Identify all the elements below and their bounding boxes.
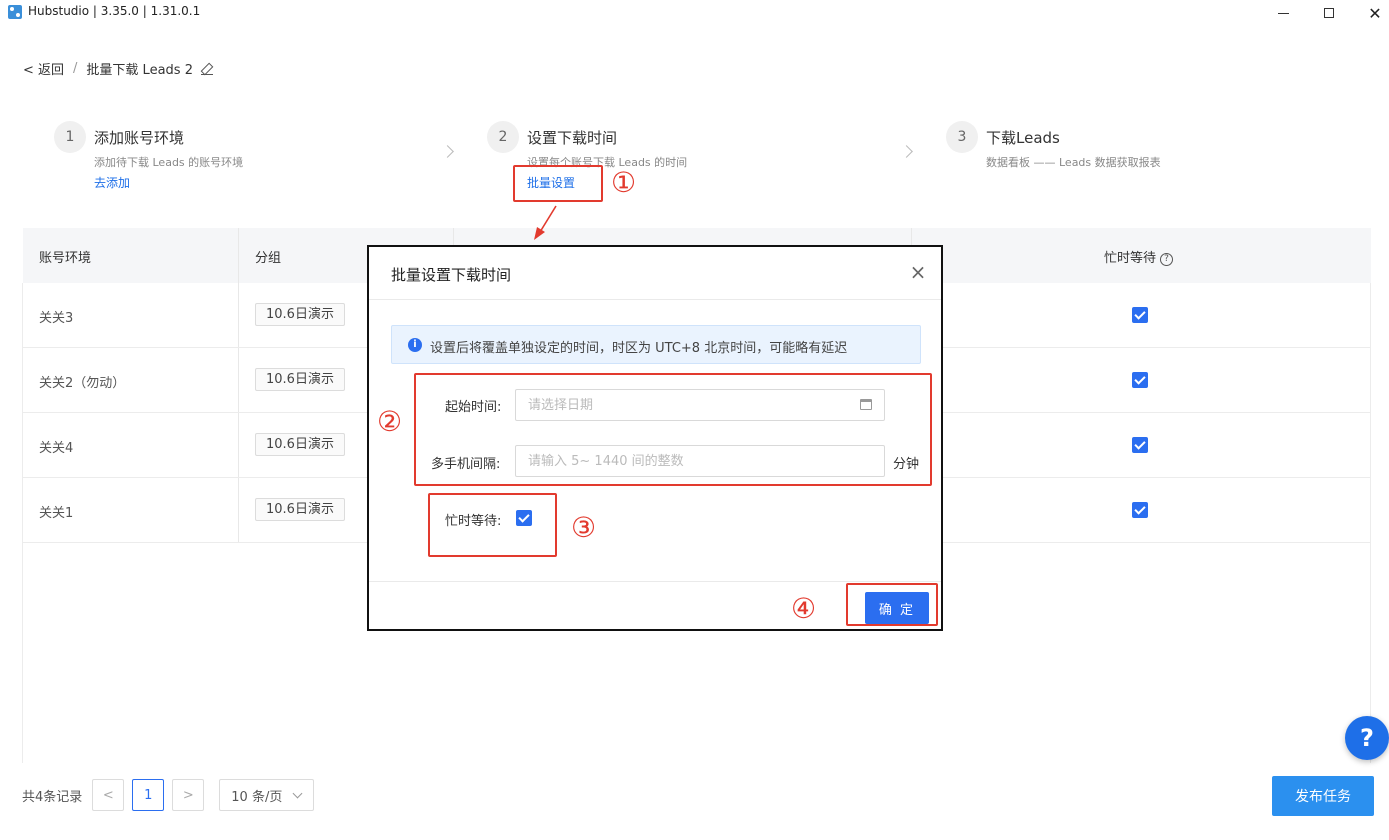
group-tag: 10.6日演示 <box>255 433 345 456</box>
minimize-icon <box>1277 12 1289 14</box>
pagination: 共4条记录 < 1 > 10 条/页 <box>22 779 315 811</box>
title-bar: Hubstudio | 3.35.0 | 1.31.0.1 ✕ <box>0 0 1389 26</box>
header-account: 账号环境 <box>39 251 92 266</box>
account-name: 关关1 <box>39 506 74 521</box>
step-arrow-icon <box>441 145 454 158</box>
busy-wait-checkbox[interactable] <box>1132 437 1148 453</box>
step-number: 2 <box>487 121 519 153</box>
prev-page-button[interactable]: < <box>92 779 125 811</box>
annotation-box-3 <box>428 493 557 557</box>
step-title: 下载Leads <box>986 129 1060 147</box>
step-number: 3 <box>946 121 978 153</box>
publish-task-button[interactable]: 发布任务 <box>1272 776 1374 816</box>
annotation-arrow-icon <box>534 205 557 240</box>
close-window-button[interactable]: ✕ <box>1352 0 1389 26</box>
account-name: 关关3 <box>39 311 74 326</box>
chevron-down-icon <box>292 788 303 799</box>
minimize-button[interactable] <box>1260 0 1306 26</box>
annotation-box-4 <box>846 583 938 626</box>
busy-wait-checkbox[interactable] <box>1132 372 1148 388</box>
step-number: 1 <box>54 121 86 153</box>
dialog-divider <box>369 299 941 300</box>
step-title: 设置下载时间 <box>527 129 618 147</box>
add-account-link[interactable]: 去添加 <box>94 174 130 191</box>
breadcrumb-separator: / <box>73 61 78 76</box>
busy-wait-checkbox[interactable] <box>1132 502 1148 518</box>
annotation-number-2: ② <box>377 405 403 438</box>
group-tag: 10.6日演示 <box>255 498 345 521</box>
table-border-left <box>22 283 23 763</box>
busy-wait-checkbox[interactable] <box>1132 307 1148 323</box>
close-icon[interactable]: × <box>908 262 928 282</box>
annotation-number-4: ④ <box>791 592 817 625</box>
step-description: 添加待下载 Leads 的账号环境 <box>94 156 244 169</box>
info-icon: i <box>408 338 422 352</box>
question-icon[interactable]: ? <box>1160 253 1174 266</box>
dialog-divider <box>369 581 941 582</box>
maximize-icon <box>1324 8 1334 18</box>
step-arrow-icon <box>900 145 913 158</box>
total-records: 共4条记录 <box>22 789 83 805</box>
page-size-value: 10 条/页 <box>231 789 283 805</box>
annotation-box-2 <box>414 373 932 486</box>
annotation-number-3: ③ <box>571 511 597 544</box>
edit-icon[interactable] <box>200 63 213 75</box>
table-border-right <box>1370 283 1371 763</box>
header-group: 分组 <box>255 251 282 266</box>
close-icon: ✕ <box>1368 3 1382 23</box>
maximize-button[interactable] <box>1306 0 1352 26</box>
group-tag: 10.6日演示 <box>255 368 345 391</box>
back-link[interactable]: < 返回 <box>23 59 64 78</box>
alert-text: 设置后将覆盖单独设定的时间，时区为 UTC+8 北京时间，可能略有延迟 <box>430 341 848 356</box>
next-page-button[interactable]: > <box>172 779 205 811</box>
step-title: 添加账号环境 <box>94 129 185 147</box>
page-title: 批量下载 Leads 2 <box>86 63 193 78</box>
step-description: 数据看板 —— Leads 数据获取报表 <box>986 156 1161 169</box>
annotation-box-1 <box>513 165 603 202</box>
header-busy-wait-label: 忙时等待 <box>1104 251 1157 266</box>
account-name: 关关2（勿动） <box>39 376 126 391</box>
info-alert: i 设置后将覆盖单独设定的时间，时区为 UTC+8 北京时间，可能略有延迟 <box>391 325 921 364</box>
breadcrumb: < 返回 / 批量下载 Leads 2 <box>23 59 213 78</box>
hubstudio-logo-icon <box>8 5 22 19</box>
window-title: Hubstudio | 3.35.0 | 1.31.0.1 <box>28 4 201 18</box>
dialog-title: 批量设置下载时间 <box>391 266 512 284</box>
help-float-button[interactable]: ? <box>1345 716 1389 760</box>
page-1-button[interactable]: 1 <box>132 779 165 811</box>
header-busy-wait: 忙时等待? <box>1104 247 1174 266</box>
annotation-number-1: ① <box>611 166 637 199</box>
group-tag: 10.6日演示 <box>255 303 345 326</box>
account-name: 关关4 <box>39 441 74 456</box>
page-size-select[interactable]: 10 条/页 <box>219 779 315 811</box>
